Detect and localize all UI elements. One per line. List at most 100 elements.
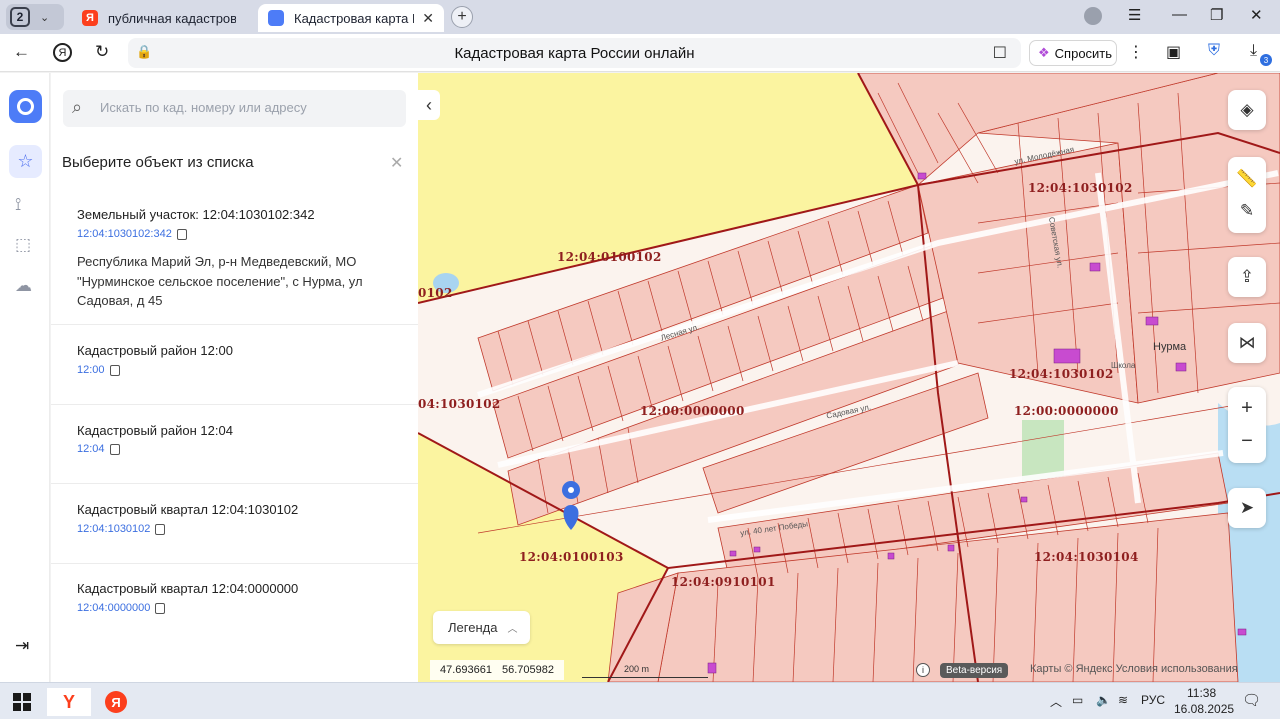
map-copyright[interactable]: Карты © Яндекс Условия использования [1030,663,1238,675]
list-item-code[interactable]: 12:04:0000000 [77,602,166,614]
list-item[interactable]: Кадастровый квартал 12:04:1030102 12:04:… [51,484,418,564]
list-item-heading: Кадастровый район 12:04 [77,423,233,438]
collections-icon[interactable]: ▣ [1166,42,1181,62]
copy-icon[interactable] [176,228,187,240]
cadastral-map[interactable]: 12:04:1030102 12:04:0100102 0102 12:04:1… [418,73,1280,682]
downloads-icon[interactable]: ⤓ [1250,42,1257,60]
share-button[interactable]: ⋈ [1228,323,1266,363]
tab-cadastral-map[interactable]: Кадастровая карта Рос ✕ [258,4,444,32]
select-area-icon[interactable]: ⬚ [15,235,31,255]
map-label: 12:04:1030102 [1009,367,1114,381]
tab-count-button[interactable]: 2 ⌄ [6,4,64,30]
address-bar[interactable]: 🔒 Кадастровая карта России онлайн ☐ [128,38,1021,68]
geolocation-button[interactable]: ➤ [1228,488,1266,528]
district-area [418,73,918,303]
downloads-badge: 3 [1260,54,1272,66]
tab-title: Кадастровая карта Рос [294,10,414,26]
copy-icon[interactable] [109,364,120,376]
ask-alice-button[interactable]: ❖ Спросить [1029,40,1117,66]
map-label: 12:04:0910101 [671,575,776,589]
list-item-code[interactable]: 12:00 [77,364,120,376]
maximize-window-icon[interactable]: ❐ [1210,6,1223,24]
zoom-out-icon[interactable]: − [1241,430,1253,453]
cadastre-favicon-icon [268,10,284,26]
language-indicator[interactable]: РУС [1141,693,1165,707]
search-icon: ⌕ [72,97,83,117]
copy-icon[interactable] [155,523,166,535]
bookmark-icon[interactable]: ☐ [993,43,1007,63]
route-icon[interactable]: ⟟ [15,195,21,215]
clock-date[interactable]: 16.08.2025 [1174,702,1234,716]
list-item-code[interactable]: 12:04 [77,443,120,455]
list-item-code[interactable]: 12:04:1030102 [77,523,166,535]
street-label: Школа [1111,361,1136,370]
search-placeholder: Искать по кад. номеру или адресу [100,100,307,115]
collapse-panel-button[interactable]: ‹ [418,90,440,120]
volume-icon[interactable]: 🔈 [1096,693,1111,707]
latitude-value: 47.693661 [440,664,492,676]
tab-count-badge: 2 [10,7,30,27]
cadastral-number: 12:04:1030102:342 [77,228,172,240]
layers-icon: ◈ [1240,100,1254,119]
list-item-address: Республика Марий Эл, р-н Медведевский, М… [77,254,363,308]
ruler-icon[interactable]: 📏 [1236,169,1257,189]
reload-icon[interactable]: ↻ [95,42,109,62]
back-arrow-icon[interactable]: ← [13,42,30,62]
list-item-code[interactable]: 12:04:1030102:342 [77,228,187,240]
ask-button-label: Спросить [1054,45,1113,61]
tray-overflow-icon[interactable]: ︿ [1050,693,1062,710]
tab-title: публичная кадастровая к [108,10,236,26]
upload-button[interactable]: ⇪ [1228,257,1266,297]
zoom-in-icon[interactable]: + [1241,397,1253,420]
wifi-icon[interactable]: ≋ [1118,693,1128,707]
map-label: 12:00:0000000 [640,404,745,418]
legend-button[interactable]: Легенда ︿ [433,611,530,644]
cadastral-number: 12:04:0000000 [77,602,151,614]
tab-public-cadastre[interactable]: Я публичная кадастровая к [72,4,252,32]
list-item-heading: Земельный участок: 12:04:1030102:342 [77,207,315,222]
list-item[interactable]: Земельный участок: 12:04:1030102:342 12:… [51,190,418,325]
list-item-heading: Кадастровый квартал 12:04:1030102 [77,502,299,517]
beta-badge: Beta-версия [940,663,1009,678]
legend-label: Легенда [448,620,498,635]
list-item[interactable]: Кадастровый район 12:04 12:04 [51,405,418,484]
close-window-icon[interactable]: ✕ [1250,6,1263,24]
map-label: 12:04:1030102 [1028,181,1133,195]
favorites-star-icon[interactable]: ☆ [9,145,42,178]
yandex-search-icon[interactable]: Y [47,688,91,716]
cloud-upload-icon: ⇪ [1239,267,1255,286]
yandex-browser-icon[interactable]: Я [94,688,138,716]
new-tab-button[interactable]: + [451,6,473,28]
list-item[interactable]: Кадастровый квартал 12:04:0000000 12:04:… [51,564,418,644]
panel-title: Выберите объект из списка [62,154,254,171]
cadastral-number: 12:04:1030102 [77,523,151,535]
copy-icon[interactable] [109,443,120,455]
map-label: 12:04:1030104 [1034,550,1139,564]
close-icon[interactable]: ✕ [390,153,403,173]
login-icon[interactable]: ⇥ [15,636,29,656]
map-canvas[interactable] [418,73,1280,682]
battery-icon[interactable]: ▭ [1072,693,1083,707]
restore-window-icon[interactable]: — [1172,6,1187,23]
info-icon[interactable]: i [916,663,930,677]
clock-time[interactable]: 11:38 [1187,686,1216,700]
more-options-icon[interactable]: ⋮ [1128,42,1144,62]
list-item[interactable]: Кадастровый район 12:00 12:00 [51,325,418,405]
cadastral-number: 12:00 [77,364,105,376]
close-icon[interactable]: ✕ [422,10,434,27]
map-label: 12:04:0100103 [519,550,624,564]
profile-avatar-icon[interactable] [1084,7,1102,25]
search-input[interactable]: ⌕ Искать по кад. номеру или адресу [63,90,406,127]
copy-icon[interactable] [155,602,166,614]
yandex-logo-icon[interactable]: Я [53,43,72,62]
edit-icon[interactable]: ✎ [1240,201,1254,221]
extension-icon[interactable]: ⛨ [1208,42,1220,60]
map-label: 12:00:0000000 [1014,404,1119,418]
app-logo-icon[interactable] [9,90,42,123]
layers-button[interactable]: ◈ [1228,90,1266,130]
windows-start-icon[interactable] [0,688,44,716]
notifications-icon[interactable]: 🗨 [1242,691,1261,709]
cloud-icon[interactable]: ☁ [15,276,32,296]
longitude-value: 56.705982 [502,664,554,676]
menu-icon[interactable]: ☰ [1128,6,1141,24]
